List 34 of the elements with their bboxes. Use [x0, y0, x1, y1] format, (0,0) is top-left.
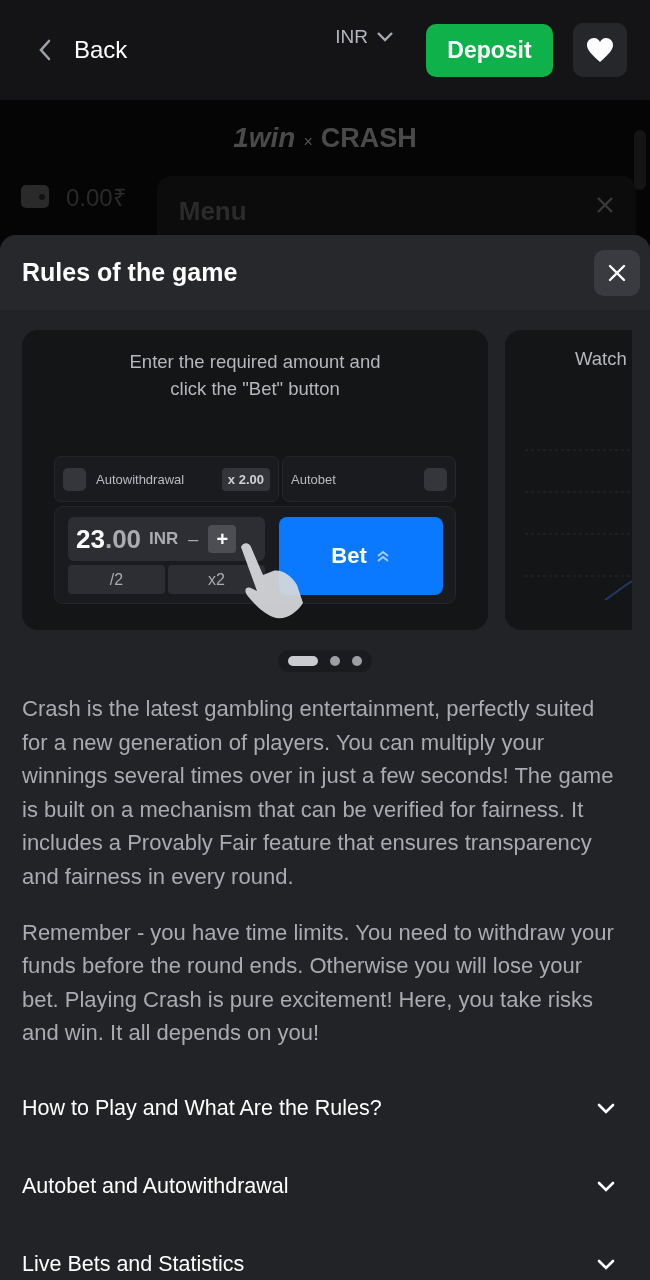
accordion-item[interactable]: How to Play and What Are the Rules? — [0, 1069, 650, 1148]
heart-icon — [586, 37, 614, 63]
accordion-item[interactable]: Live Bets and Statistics — [0, 1225, 650, 1280]
checkbox[interactable] — [424, 467, 447, 491]
logo-text: 1win — [233, 122, 296, 154]
back-button[interactable]: Back — [38, 36, 128, 64]
carousel-dot[interactable] — [352, 656, 362, 666]
chevron-left-icon — [38, 38, 52, 62]
close-icon — [607, 262, 627, 283]
close-icon — [596, 196, 614, 214]
plus-button[interactable]: + — [208, 525, 237, 553]
amount-value: 23.00 — [76, 523, 142, 555]
sheet-title: Rules of the game — [22, 258, 238, 287]
description-paragraph: Remember - you have time limits. You need to withdraw your funds before the round ends. Otherwise you will lose your bet. Playing Crash is pure excitement! Here, you take risks and win. It all depends on you! — [22, 918, 615, 1048]
description-paragraph: Crash is the latest gambling entertainment, perfectly suited for a new generation of players. You can multiply your winnings several times over in just a few seconds! The game is built on a mechanism that can be verified for fairness. It includes a Provably Fair feature that ensures transparency and fairness in every round. — [22, 695, 615, 891]
option-label: Autowithdrawal — [96, 471, 185, 487]
accordion-item[interactable]: Autobet and Autowithdrawal — [0, 1147, 650, 1226]
slide-caption: Watch — [575, 348, 628, 370]
logo-separator: × — [303, 133, 313, 151]
half-button[interactable]: /2 — [68, 565, 165, 594]
slide-caption: Enter the required amount and click the "Bet" button — [128, 350, 382, 401]
logo-text: CRASH — [320, 123, 417, 154]
bet-button[interactable]: Bet — [279, 517, 443, 595]
chevron-down-icon — [376, 31, 394, 43]
carousel-dot[interactable] — [330, 656, 340, 666]
minus-button[interactable]: – — [186, 528, 201, 550]
wallet-icon — [20, 182, 50, 210]
checkbox[interactable] — [63, 467, 86, 491]
currency-dropdown[interactable]: INR — [335, 26, 394, 48]
option-label: Autobet — [291, 471, 336, 487]
close-button[interactable] — [594, 249, 640, 296]
multiplier-badge: x 2.00 — [221, 467, 270, 491]
favorite-button[interactable] — [573, 23, 627, 77]
currency-label: INR — [149, 529, 179, 549]
